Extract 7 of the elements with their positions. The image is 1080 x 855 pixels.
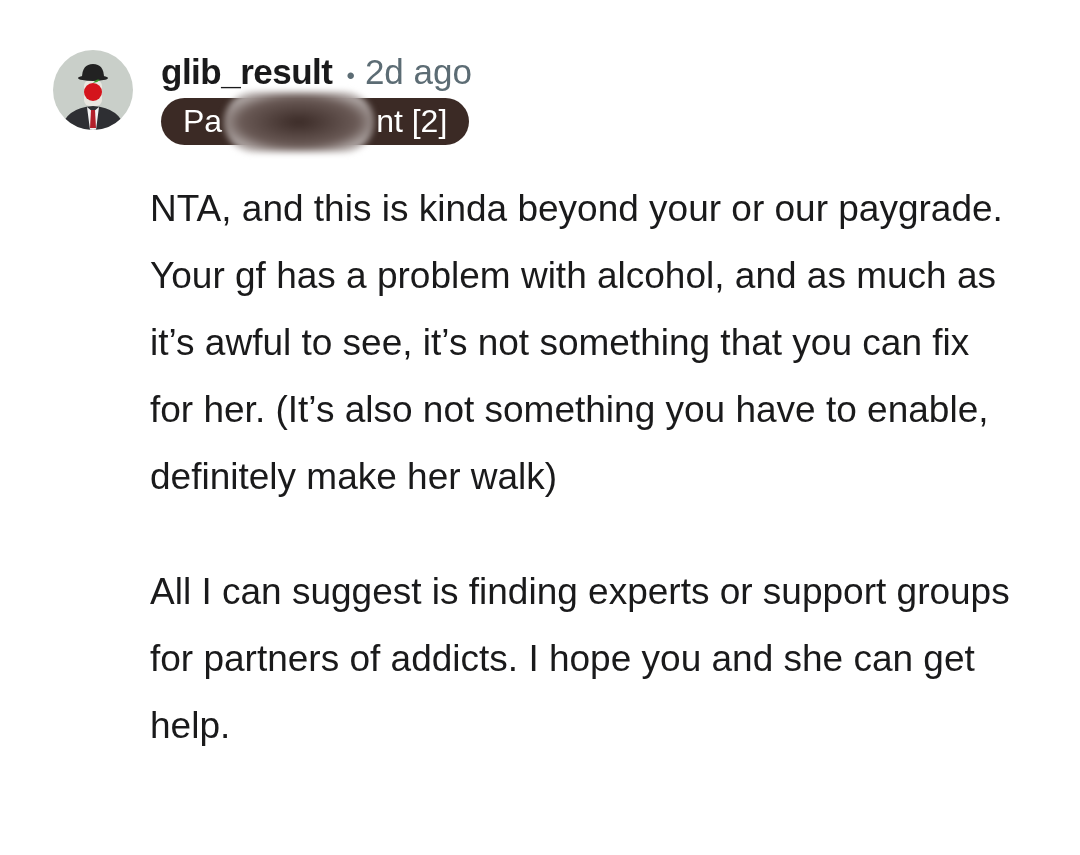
flair-text: nt [2] [376,103,448,140]
timestamp: 2d ago [364,52,472,92]
comment-paragraph: NTA, and this is kinda beyond your or our paygrade. Your gf has a problem with alcohol, and as much as it’s awful to see, it’s not something that you can fix for her. (It’s also not something you have to enable, definitely make her walk) [150,187,1004,499]
comment-paragraph: All I can suggest is finding experts or support groups for partners of addicts. I hope you and she can get help. [150,570,1011,748]
separator-dot: • [346,62,355,90]
username[interactable]: glib_result [161,52,333,92]
flair-text: Pa [183,103,223,140]
